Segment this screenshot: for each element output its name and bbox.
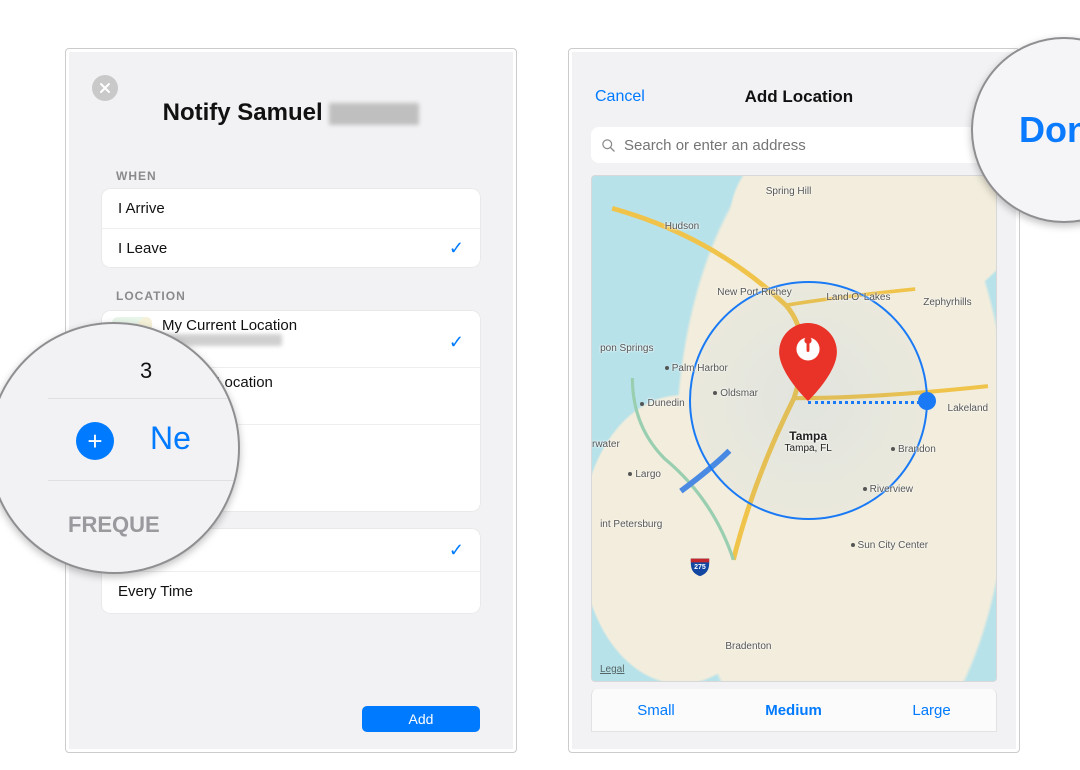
legal-link[interactable]: Legal bbox=[600, 664, 624, 675]
geofence-radius-handle[interactable] bbox=[918, 392, 936, 410]
geofence-circle[interactable]: Tampa Tampa, FL bbox=[689, 281, 928, 520]
pin-title: Tampa bbox=[789, 429, 827, 443]
size-medium[interactable]: Medium bbox=[765, 702, 822, 719]
checkmark-icon: ✓ bbox=[449, 540, 464, 561]
pin-subtitle: Tampa, FL bbox=[785, 443, 832, 454]
redacted-name bbox=[329, 103, 419, 125]
title-text: Notify Samuel bbox=[163, 99, 330, 126]
geofence-radius-line bbox=[808, 401, 926, 404]
pin-label: Tampa Tampa, FL bbox=[785, 429, 832, 454]
checkmark-icon: ✓ bbox=[449, 332, 464, 353]
map-pin-icon[interactable] bbox=[779, 323, 837, 401]
zoom-count: 3 bbox=[140, 358, 152, 384]
map-view[interactable]: 275 Tampa Tampa, FL Spring HillHudsonNew… bbox=[591, 175, 997, 682]
add-button[interactable]: Add bbox=[362, 706, 480, 732]
section-label-when: WHEN bbox=[116, 169, 157, 183]
zoom-freq-stub: FREQUE bbox=[68, 512, 160, 538]
when-option-leave[interactable]: I Leave ✓ bbox=[102, 229, 480, 267]
section-label-location: LOCATION bbox=[116, 289, 186, 303]
add-button-label: Add bbox=[409, 711, 434, 727]
frequency-everytime-label: Every Time bbox=[118, 583, 193, 600]
shield-number: 275 bbox=[689, 555, 711, 577]
add-location-panel: Cancel Add Location Done 275 bbox=[568, 48, 1020, 753]
size-small[interactable]: Small bbox=[637, 702, 675, 719]
frequency-option-everytime[interactable]: Every Time bbox=[102, 572, 480, 611]
zoom-new-stub: Ne bbox=[150, 420, 191, 457]
done-button[interactable]: Done bbox=[1019, 109, 1080, 151]
checkmark-icon: ✓ bbox=[449, 238, 464, 259]
when-card: I Arrive I Leave ✓ bbox=[102, 189, 480, 267]
plus-icon: + bbox=[76, 422, 114, 460]
interstate-shield-icon: 275 bbox=[689, 555, 711, 577]
cancel-button[interactable]: Cancel bbox=[595, 88, 645, 106]
page-title: Notify Samuel bbox=[66, 99, 516, 127]
size-large[interactable]: Large bbox=[912, 702, 950, 719]
search-bar[interactable] bbox=[591, 127, 997, 163]
search-input[interactable] bbox=[622, 136, 987, 155]
when-option-arrive[interactable]: I Arrive bbox=[102, 189, 480, 229]
when-leave-label: I Leave bbox=[118, 240, 167, 257]
search-icon bbox=[601, 138, 616, 153]
nav-bar: Cancel Add Location Done bbox=[569, 67, 1019, 127]
radius-size-bar: Small Medium Large bbox=[591, 689, 997, 732]
location-current-title: My Current Location bbox=[162, 317, 297, 334]
when-arrive-label: I Arrive bbox=[118, 200, 165, 217]
close-button[interactable] bbox=[92, 75, 118, 101]
nav-title: Add Location bbox=[745, 87, 854, 107]
